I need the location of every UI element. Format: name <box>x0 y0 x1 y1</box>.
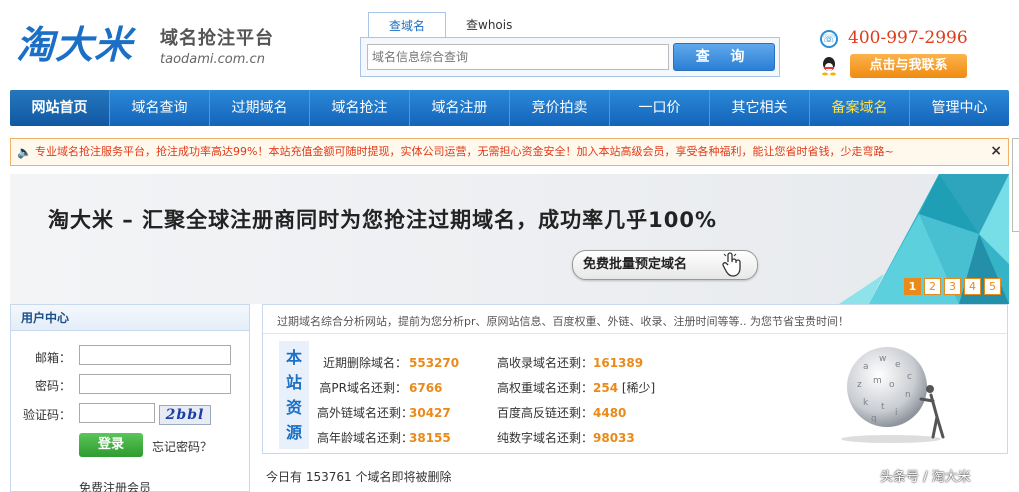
user-center-title: 用户中心 <box>11 305 249 331</box>
stat-high-age[interactable]: 高年龄域名还剩：38155 <box>317 429 451 446</box>
stat-high-indexed[interactable]: 高收录域名还剩：161389 <box>497 354 643 371</box>
forgot-password-link[interactable]: 忘记密码？ <box>152 438 212 455</box>
nav-domain-backorder[interactable]: 域名抢注 <box>310 90 410 126</box>
captcha-field[interactable] <box>79 403 155 423</box>
speaker-icon: 🔈 <box>17 145 32 159</box>
stat-label: 高年龄域名还剩： <box>317 431 414 445</box>
svg-text:c: c <box>907 372 912 382</box>
close-icon[interactable]: × <box>990 143 1002 159</box>
svg-text:o: o <box>889 380 895 390</box>
stat-label: 高PR域名还剩： <box>319 381 407 395</box>
tab-whois[interactable]: 查whois <box>446 12 532 38</box>
stat-value: 38155 <box>409 431 451 445</box>
nav-expired-domains[interactable]: 过期域名 <box>210 90 310 126</box>
banner[interactable]: 淘大米 – 汇聚全球注册商同时为您抢注过期域名，成功率几乎100% 免费批量预定… <box>10 174 1009 304</box>
stat-label: 高外链域名还剩： <box>317 406 414 420</box>
stat-recent-deleted[interactable]: 近期删除域名： 553270 <box>317 354 459 371</box>
svg-text:i: i <box>895 408 898 418</box>
side-char: 站 <box>285 373 302 392</box>
svg-text:z: z <box>857 380 862 390</box>
nav-domain-search[interactable]: 域名查询 <box>110 90 210 126</box>
tab-domain-search[interactable]: 查域名 <box>368 12 447 38</box>
stat-label: 纯数字域名还剩： <box>497 431 594 445</box>
stat-value: 553270 <box>409 356 460 370</box>
side-char: 本 <box>285 348 302 367</box>
notice-text: 专业域名抢注服务平台，抢注成功率高达99%！本站充值金额可随时提现，实体公司运营… <box>35 145 894 158</box>
stat-value: 98033 <box>593 431 635 445</box>
main-nav: 网站首页 域名查询 过期域名 域名抢注 域名注册 竞价拍卖 一口价 其它相关 备… <box>10 90 1009 126</box>
captcha-label: 验证码： <box>22 408 71 422</box>
banner-page[interactable]: 4 <box>964 278 981 295</box>
stat-high-weight[interactable]: 高权重域名还剩：254 [稀少] <box>497 379 655 396</box>
stat-high-backlinks[interactable]: 高外链域名还剩：30427 <box>317 404 451 421</box>
nav-domain-register[interactable]: 域名注册 <box>410 90 510 126</box>
password-field[interactable] <box>79 374 231 394</box>
contact-button[interactable]: 点击与我联系 <box>850 54 967 78</box>
search-button[interactable]: 查 询 <box>673 43 775 71</box>
banner-title: 淘大米 – 汇聚全球注册商同时为您抢注过期域名，成功率几乎100% <box>48 208 717 232</box>
banner-page[interactable]: 3 <box>944 278 961 295</box>
stat-value: 6766 <box>409 381 443 395</box>
password-label: 密码： <box>34 379 71 393</box>
svg-text:k: k <box>863 398 869 408</box>
banner-page[interactable]: 2 <box>924 278 941 295</box>
user-center-panel: 用户中心 邮箱： 密码： 验证码： 2bbl 登录 忘记密码？ 免费注册会员 <box>10 304 250 492</box>
banner-page[interactable]: 5 <box>984 278 1001 295</box>
nav-auction[interactable]: 竞价拍卖 <box>510 90 610 126</box>
nav-home[interactable]: 网站首页 <box>10 90 110 126</box>
search-tabs: 查域名 查whois <box>368 12 532 38</box>
stat-value: 4480 <box>593 406 627 420</box>
login-button[interactable]: 登录 <box>79 433 143 457</box>
nav-other[interactable]: 其它相关 <box>710 90 810 126</box>
stats-intro: 过期域名综合分析网站，提前为您分析pr、原网站信息、百度权重、外链、收录、注册时… <box>277 315 849 328</box>
site-domain: taodami.com.cn <box>160 52 265 67</box>
stat-numeric-domains[interactable]: 纯数字域名还剩：98033 <box>497 429 635 446</box>
email-label: 邮箱： <box>34 351 71 365</box>
stat-label: 近期删除域名： <box>322 356 407 370</box>
banner-page[interactable]: 1 <box>904 278 921 295</box>
stat-value: 30427 <box>409 406 451 420</box>
nav-icp-domains[interactable]: 备案域名 <box>810 90 910 126</box>
email-field[interactable] <box>79 345 231 365</box>
register-link[interactable]: 免费注册会员 <box>79 479 151 492</box>
svg-text:m: m <box>873 376 882 386</box>
svg-text:e: e <box>895 360 901 370</box>
banner-pager: 1 2 3 4 5 <box>904 278 1001 295</box>
search-box: 查 询 <box>360 37 780 77</box>
logo-text: 淘大米 <box>16 23 134 67</box>
svg-text:a: a <box>863 362 869 372</box>
stat-label: 高收录域名还剩： <box>497 356 594 370</box>
stats-side-title: 本 站 资 源 <box>279 341 309 449</box>
notice-bar: 🔈 专业域名抢注服务平台，抢注成功率高达99%！本站充值金额可随时提现，实体公司… <box>10 138 1009 166</box>
qq-icon[interactable] <box>820 56 838 76</box>
phone-icon: ☏ <box>820 30 838 48</box>
svg-text:t: t <box>881 402 885 412</box>
stat-label: 百度高反链还剩： <box>497 406 594 420</box>
phone-number: 400-997-2996 <box>848 28 968 48</box>
nav-admin[interactable]: 管理中心 <box>910 90 1009 126</box>
svg-text:w: w <box>879 354 886 364</box>
stat-label: 高权重域名还剩： <box>497 381 594 395</box>
stats-panel: 过期域名综合分析网站，提前为您分析pr、原网站信息、百度权重、外链、收录、注册时… <box>262 304 1008 454</box>
tagline: 域名抢注平台 <box>160 28 274 49</box>
divider <box>263 333 1007 334</box>
stat-baidu-backlinks[interactable]: 百度高反链还剩：4480 <box>497 404 626 421</box>
stat-note: [稀少] <box>618 381 656 395</box>
side-char: 源 <box>285 423 302 442</box>
logo[interactable]: 淘大米 <box>16 14 133 69</box>
pointer-hand-icon <box>722 252 741 277</box>
nav-fixed-price[interactable]: 一口价 <box>610 90 710 126</box>
stat-value: 254 <box>593 381 619 395</box>
watermark: 头条号 / 淘大米 <box>880 470 971 485</box>
stat-value: 161389 <box>593 356 644 370</box>
svg-text:q: q <box>871 414 877 424</box>
today-deleting-count: 今日有 153761 个域名即将被删除 <box>266 470 452 484</box>
svg-text:n: n <box>905 390 911 400</box>
side-float-tab[interactable] <box>1012 138 1019 232</box>
letter-globe-illustration: awec z m on k ti q <box>841 347 945 443</box>
stat-high-pr[interactable]: 高PR域名还剩： 6766 <box>317 379 442 396</box>
side-char: 资 <box>285 398 302 417</box>
search-input[interactable] <box>367 44 669 70</box>
captcha-image[interactable]: 2bbl <box>159 405 211 425</box>
